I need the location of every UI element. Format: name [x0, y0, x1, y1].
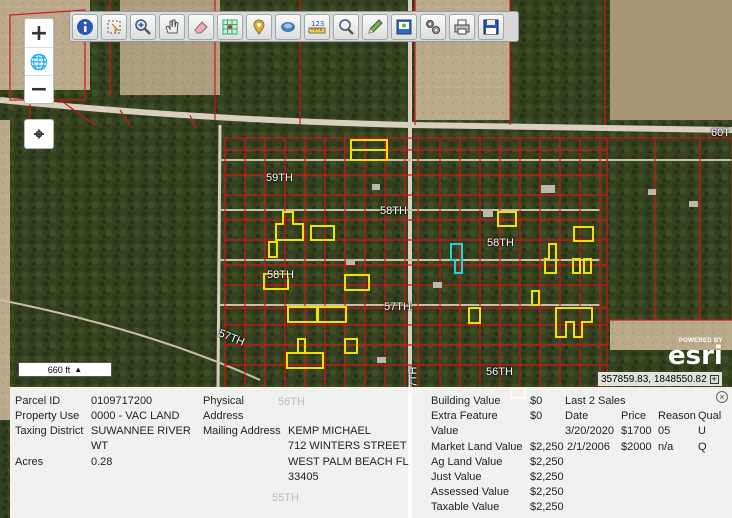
coordinate-value: 357859.83, 1848550.82	[601, 373, 707, 385]
sale-qual: Q	[698, 441, 707, 453]
road-label: 60T	[711, 127, 730, 139]
acres-value: 0.28	[91, 456, 113, 468]
property-use-value: 0000 - VAC LAND	[91, 410, 180, 422]
taxing-district-value: SUWANNEE RIVER	[91, 425, 191, 437]
road-label: 56TH	[486, 366, 513, 378]
info-icon[interactable]	[72, 13, 98, 40]
assessed-value: $2,250	[530, 486, 564, 498]
zoom-out-button[interactable]: −	[25, 75, 53, 103]
acres-label: Acres	[15, 456, 44, 468]
pin-icon[interactable]	[246, 13, 272, 40]
just-value-label: Just Value	[431, 471, 482, 483]
sales-header-date: Date	[565, 410, 589, 422]
mailing-address-label: Mailing Address	[203, 425, 281, 437]
taxable-value: $2,250	[530, 501, 564, 513]
sale-date: 3/20/2020	[565, 425, 614, 437]
settings-icon[interactable]	[420, 13, 446, 40]
sale-price: $2000	[621, 441, 652, 453]
esri-brand: esri	[668, 341, 723, 371]
search-icon[interactable]	[333, 13, 359, 40]
select-icon[interactable]	[101, 13, 127, 40]
physical-label: Physical	[203, 395, 244, 407]
zoom-in-button[interactable]: +	[25, 19, 53, 47]
value-label: Value	[431, 425, 459, 437]
coordinate-readout: 357859.83, 1848550.82 +	[598, 372, 722, 386]
scale-bar: 660 ft ▲	[18, 362, 112, 377]
building-value-label: Building Value	[431, 395, 501, 407]
map-toolbar: 123	[69, 11, 519, 42]
sales-title: Last 2 Sales	[565, 395, 626, 407]
taxable-value-label: Taxable Value	[431, 501, 500, 513]
zoom-controls: + 🌐 −	[24, 18, 54, 104]
road-label: 58TH	[267, 269, 294, 281]
road-label: 57TH	[384, 301, 411, 313]
zoom-in-icon[interactable]	[130, 13, 156, 40]
building-value: $0	[530, 395, 543, 407]
market-land-value: $2,250	[530, 441, 564, 453]
pencil-icon[interactable]	[362, 13, 388, 40]
layers-icon[interactable]	[275, 13, 301, 40]
grid-icon[interactable]	[217, 13, 243, 40]
parcel-id-value: 0109717200	[91, 395, 153, 407]
printer-icon[interactable]	[449, 13, 475, 40]
print-map-icon[interactable]	[391, 13, 417, 40]
extra-feature-value: $0	[530, 410, 543, 422]
save-icon[interactable]	[478, 13, 504, 40]
sale-date: 2/1/2006	[567, 441, 610, 453]
extra-feature-label: Extra Feature	[431, 410, 498, 422]
sales-header-reason: Reason	[658, 410, 696, 422]
sales-header-price: Price	[621, 410, 647, 422]
road-label-faint: 56TH	[278, 396, 305, 408]
mailing-line-3: WEST PALM BEACH FL	[288, 456, 409, 468]
mailing-line-4: 33405	[288, 471, 319, 483]
mailing-line-2: 712 WINTERS STREET	[288, 440, 407, 452]
pan-icon[interactable]	[159, 13, 185, 40]
globe-icon[interactable]: 🌐	[25, 47, 53, 75]
road-label: 59TH	[266, 172, 293, 184]
parcel-id-label: Parcel ID	[15, 395, 61, 407]
sale-reason: 05	[658, 425, 671, 437]
property-use-label: Property Use	[15, 410, 80, 422]
svg-text:123: 123	[311, 20, 324, 28]
sales-header-qual: Qual	[698, 410, 722, 422]
road-label: 58TH	[380, 205, 407, 217]
market-land-label: Market Land Value	[431, 441, 523, 453]
sale-qual: U	[698, 425, 706, 437]
ag-land-value: $2,250	[530, 456, 564, 468]
expand-icon[interactable]: +	[709, 374, 719, 384]
eraser-icon[interactable]	[188, 13, 214, 40]
mailing-line-1: KEMP MICHAEL	[288, 425, 371, 437]
assessed-value-label: Assessed Value	[431, 486, 510, 498]
scale-label: 660 ft	[47, 364, 71, 375]
road-label: 58TH	[487, 237, 514, 249]
close-icon[interactable]: ×	[716, 391, 728, 403]
measure-icon[interactable]: 123	[304, 13, 330, 40]
locate-control: ⌖	[24, 119, 54, 149]
sale-price: $1700	[621, 425, 652, 437]
sale-reason: n/a	[658, 441, 674, 453]
just-value: $2,250	[530, 471, 564, 483]
taxing-district-label: Taxing District	[15, 425, 84, 437]
road-label-faint: 55TH	[272, 492, 299, 504]
triangle-up-icon: ▲	[74, 365, 83, 374]
address-label: Address	[203, 410, 244, 422]
taxing-district-value-2: WT	[91, 440, 109, 452]
ag-land-label: Ag Land Value	[431, 456, 503, 468]
parcel-info-panel: × Parcel ID 0109717200 Property Use 0000…	[10, 387, 732, 518]
locate-icon[interactable]: ⌖	[25, 120, 53, 148]
esri-logo: POWERED BY esri	[668, 338, 723, 371]
